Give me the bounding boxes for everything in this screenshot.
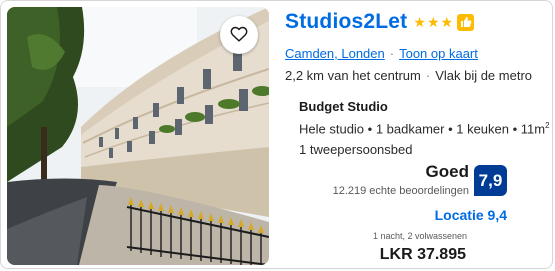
- review-score-badge[interactable]: 7,9: [474, 165, 507, 196]
- review-score-label: Goed: [425, 162, 469, 181]
- star-icon: ★: [413, 14, 426, 30]
- review-count[interactable]: 12.219 echte beoordelingen: [333, 185, 469, 197]
- distance-info: 2,2 km van het centrum · Vlak bij de metro: [285, 68, 532, 83]
- separator-dot: ·: [425, 68, 431, 83]
- room-details: Hele studio • 1 badkamer • 1 keuken • 11…: [299, 121, 550, 136]
- star-icon: ★: [426, 14, 440, 30]
- property-title[interactable]: Studios2Let: [285, 10, 407, 34]
- star-icon: ★: [440, 14, 454, 30]
- location-link[interactable]: Camden, Londen: [285, 46, 385, 61]
- price: LKR 37.895: [379, 246, 466, 263]
- heart-icon: [230, 26, 248, 45]
- property-info: Studios2Let ★ ★ ★ Camden, Londen · Toon op…: [285, 1, 550, 268]
- show-on-map-link[interactable]: Toon op kaart: [399, 46, 478, 61]
- room-type: Budget Studio: [299, 99, 388, 114]
- room-details-text: Hele studio • 1 badkamer • 1 keuken • 11…: [299, 121, 546, 137]
- bed-type: 1 tweepersoonsbed: [299, 142, 413, 157]
- stay-details: 1 nacht, 2 volwassenen: [372, 231, 467, 241]
- separator-dot: ·: [389, 46, 395, 61]
- star-rating: ★ ★ ★: [413, 15, 454, 29]
- property-card[interactable]: Studios2Let ★ ★ ★ Camden, Londen · Toon op…: [0, 0, 553, 269]
- room-size-unit-superscript: 2: [545, 121, 550, 130]
- metro-text: Vlak bij de metro: [435, 68, 533, 83]
- title-row: Studios2Let ★ ★ ★: [285, 10, 475, 34]
- thumbs-up-icon: [457, 13, 475, 31]
- location-score: Locatie 9,4: [434, 207, 507, 223]
- location-links: Camden, Londen · Toon op kaart: [285, 46, 478, 61]
- favorite-button[interactable]: [220, 16, 258, 54]
- distance-text: 2,2 km van het centrum: [285, 68, 421, 83]
